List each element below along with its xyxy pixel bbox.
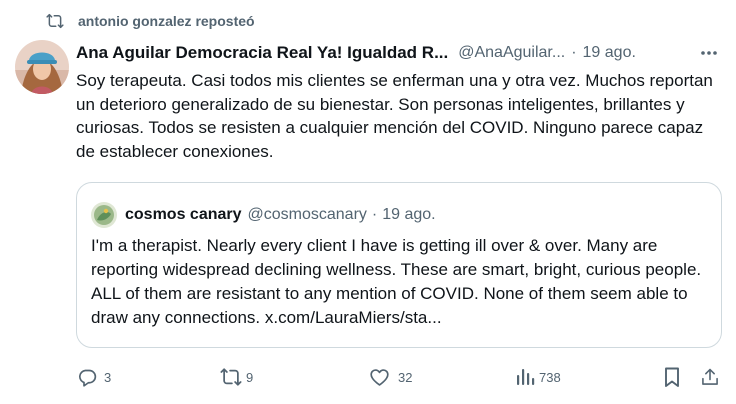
like-button[interactable]: 32 bbox=[368, 366, 412, 388]
views-button[interactable]: 738 bbox=[514, 366, 561, 388]
repost-count: 9 bbox=[246, 369, 254, 385]
quoted-tweet-header: cosmos canary @cosmoscanary · 19 ago. bbox=[91, 201, 436, 229]
reply-count: 3 bbox=[104, 369, 112, 385]
more-horizontal-icon[interactable] bbox=[698, 42, 720, 64]
repost-label: antonio gonzalez reposteó bbox=[78, 13, 255, 29]
like-count: 32 bbox=[398, 369, 413, 385]
heart-icon bbox=[368, 366, 390, 388]
share-icon bbox=[699, 366, 721, 388]
repost-button[interactable]: 9 bbox=[220, 366, 253, 388]
tweet-text: Soy terapeuta. Casi todos mis clientes s… bbox=[76, 71, 713, 161]
views-count: 738 bbox=[539, 369, 561, 385]
tweet-header: Ana Aguilar Democracia Real Ya! Igualdad… bbox=[76, 40, 728, 66]
repost-icon bbox=[220, 366, 242, 388]
author-name[interactable]: Ana Aguilar Democracia Real Ya! Igualdad… bbox=[76, 43, 448, 63]
bookmark-icon bbox=[661, 366, 683, 388]
reply-button[interactable]: 3 bbox=[76, 366, 111, 388]
quoted-tweet-text: I'm a therapist. Nearly every client I h… bbox=[91, 236, 702, 327]
repost-icon bbox=[46, 12, 64, 30]
bookmark-button[interactable] bbox=[661, 366, 683, 388]
author-avatar[interactable] bbox=[15, 40, 69, 94]
tweet-date[interactable]: 19 ago. bbox=[583, 44, 636, 62]
share-button[interactable] bbox=[699, 366, 721, 388]
analytics-bar-icon bbox=[514, 366, 536, 388]
separator-dot: · bbox=[571, 44, 577, 61]
reply-icon bbox=[76, 366, 98, 388]
author-handle[interactable]: @AnaAguilar... bbox=[458, 44, 565, 62]
repost-indicator[interactable]: antonio gonzalez reposteó bbox=[46, 11, 255, 31]
quoted-separator-dot: · bbox=[371, 206, 378, 223]
quoted-author-avatar bbox=[91, 202, 117, 228]
quoted-tweet-date: 19 ago. bbox=[382, 206, 436, 223]
quoted-author-name: cosmos canary bbox=[125, 206, 242, 223]
quoted-author-handle: @cosmoscanary bbox=[247, 206, 367, 223]
tweet-action-bar: 3 9 32 738 bbox=[0, 362, 736, 394]
quoted-tweet-card[interactable]: cosmos canary @cosmoscanary · 19 ago. I'… bbox=[76, 182, 722, 348]
